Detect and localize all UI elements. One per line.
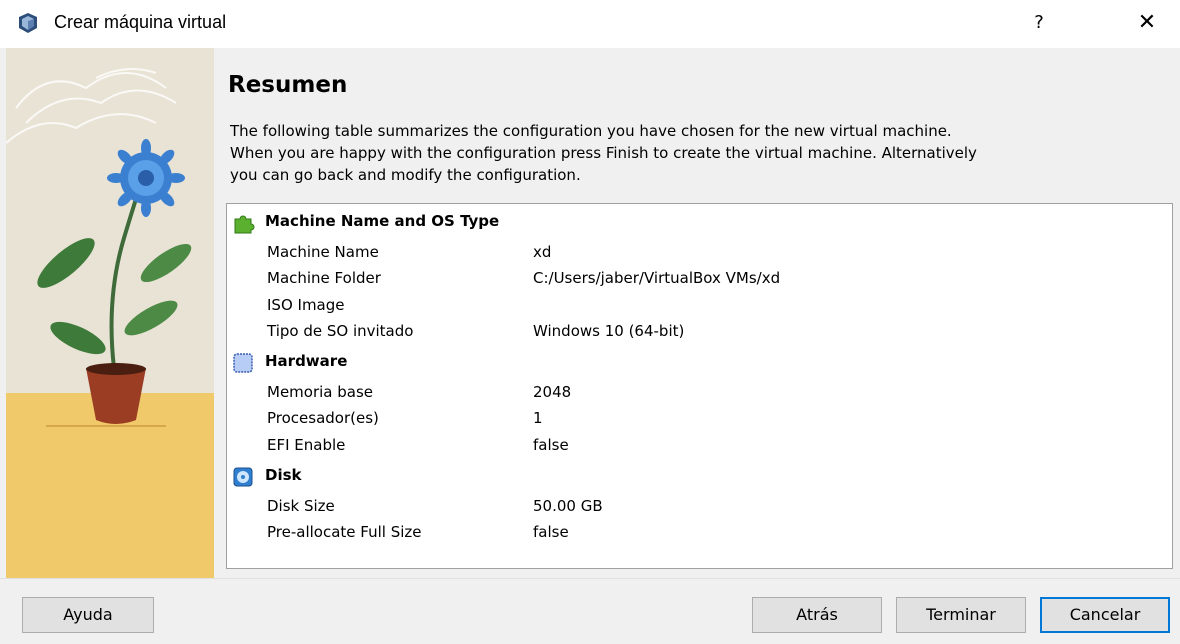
close-button[interactable]: ✕ [1132, 8, 1162, 38]
row-value: false [533, 436, 569, 454]
row-value: 1 [533, 409, 543, 427]
row-key: Pre-allocate Full Size [267, 523, 422, 541]
summary-row: EFI Enable false [227, 433, 1172, 459]
summary-row: ISO Image [227, 293, 1172, 319]
description-line: The following table summarizes the confi… [230, 122, 952, 140]
page-title: Resumen [228, 72, 348, 98]
row-key: Tipo de SO invitado [267, 322, 414, 340]
section-title: Hardware [265, 352, 348, 370]
row-key: Disk Size [267, 497, 335, 515]
row-key: Memoria base [267, 383, 374, 401]
description-line: you can go back and modify the configura… [230, 166, 581, 184]
help-button[interactable]: Ayuda [22, 597, 154, 633]
section-title: Machine Name and OS Type [265, 212, 500, 230]
finish-button[interactable]: Terminar [896, 597, 1026, 633]
help-title-button[interactable]: ? [1024, 8, 1054, 38]
row-value: Windows 10 (64-bit) [533, 322, 685, 340]
summary-table[interactable]: Machine Name and OS Type Machine Name xd… [226, 203, 1173, 569]
row-value: false [533, 523, 569, 541]
row-key: Machine Name [267, 243, 379, 261]
section-title: Disk [265, 466, 302, 484]
back-button[interactable]: Atrás [752, 597, 882, 633]
machine-puzzle-icon [234, 215, 255, 234]
section-hardware: Hardware [227, 348, 1172, 376]
description-line: When you are happy with the configuratio… [230, 144, 977, 162]
summary-row: Machine Folder C:/Users/jaber/VirtualBox… [227, 266, 1172, 292]
disk-icon [233, 467, 253, 487]
cancel-button[interactable]: Cancelar [1040, 597, 1170, 633]
row-key: Machine Folder [267, 269, 381, 287]
summary-row: Pre-allocate Full Size false [227, 520, 1172, 546]
row-value: 50.00 GB [533, 497, 603, 515]
row-key: EFI Enable [267, 436, 346, 454]
row-key: ISO Image [267, 296, 345, 314]
row-value: xd [533, 243, 552, 261]
summary-row: Memoria base 2048 [227, 380, 1172, 406]
section-disk: Disk [227, 462, 1172, 490]
row-value: C:/Users/jaber/VirtualBox VMs/xd [533, 269, 781, 287]
summary-row: Disk Size 50.00 GB [227, 494, 1172, 520]
row-key: Procesador(es) [267, 409, 379, 427]
chip-icon [233, 353, 253, 373]
row-value: 2048 [533, 383, 572, 401]
section-machine-name-os: Machine Name and OS Type [227, 208, 1172, 236]
page-description: The following table summarizes the confi… [230, 120, 1130, 186]
summary-row: Procesador(es) 1 [227, 406, 1172, 432]
window-title: Crear máquina virtual [54, 12, 227, 32]
virtualbox-icon [19, 13, 37, 33]
wizard-illustration [6, 48, 214, 578]
summary-row: Tipo de SO invitado Windows 10 (64-bit) [227, 319, 1172, 345]
title-bar: Crear máquina virtual ? ✕ [0, 0, 1180, 48]
button-bar: Ayuda Atrás Terminar Cancelar [0, 578, 1180, 644]
summary-row: Machine Name xd [227, 240, 1172, 266]
